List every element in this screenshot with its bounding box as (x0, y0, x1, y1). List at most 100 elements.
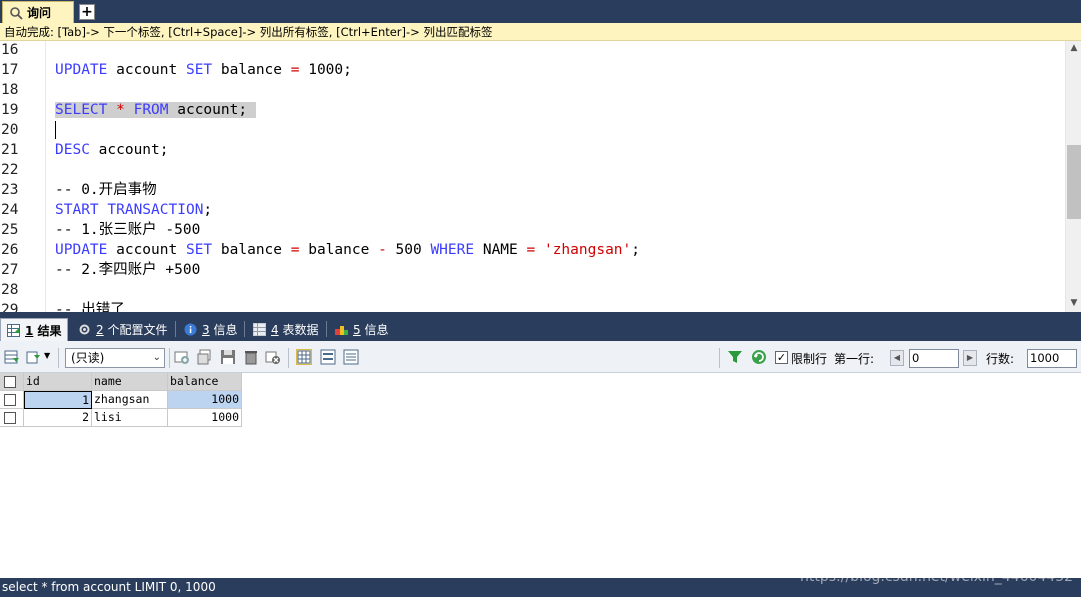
toolbar-divider (719, 348, 720, 368)
row-count-label: 行数: (986, 352, 1015, 366)
results-grid[interactable]: id name balance 1 zhangsan 1000 2 lisi 1… (0, 373, 242, 427)
table-row[interactable]: 1 zhangsan 1000 (0, 391, 242, 409)
line-number: 25 (1, 222, 19, 238)
code-line-21: DESC account; (55, 142, 169, 158)
line-number: 29 (1, 302, 19, 312)
grid-header-row: id name balance (0, 373, 242, 391)
code-line-20 (55, 121, 1055, 141)
cell-id[interactable]: 1 (24, 391, 92, 409)
import-icon[interactable] (26, 349, 42, 365)
tab-divider (326, 321, 327, 337)
limit-rows-label: 限制行 (791, 352, 828, 366)
code-line-19: SELECT * FROM account; (55, 101, 1055, 121)
import-dropdown-icon[interactable]: ▼ (44, 351, 50, 360)
toolbar-divider (288, 348, 289, 368)
line-number: 21 (1, 142, 19, 158)
select-all-cell[interactable] (0, 373, 24, 391)
code-line-29: -- 出错了 (55, 302, 125, 312)
select-all-checkbox[interactable] (4, 376, 16, 388)
tab-results[interactable]: 1 结果 (0, 318, 68, 341)
result-tabs-bar: 1 结果 2 个配置文件 3 信息 4 表数据 5 信息 (0, 312, 1081, 341)
tab-divider (175, 321, 176, 337)
prev-page-icon[interactable]: ◀ (890, 350, 904, 366)
line-number: 23 (1, 182, 19, 198)
line-number: 18 (1, 82, 19, 98)
text-view-icon[interactable] (343, 349, 359, 365)
info-blocks-icon (335, 323, 348, 336)
scroll-up-icon[interactable]: ▲ (1069, 43, 1079, 53)
line-number: 17 (1, 62, 19, 78)
results-toolbar: ▼ (只读) ⌄ ✓ 限制行 第一行: ◀ 0 ▶ 行数: 1000 (0, 341, 1081, 373)
code-line-17: UPDATE account SET balance = 1000; (55, 62, 352, 78)
tab-table-data[interactable]: 4 表数据 (247, 318, 318, 341)
cell-name[interactable]: lisi (92, 409, 168, 427)
code-line-24: START TRANSACTION; (55, 202, 213, 218)
query-tab-label: 询问 (27, 6, 52, 20)
column-header-balance[interactable]: balance (168, 373, 242, 391)
scroll-thumb[interactable] (1067, 145, 1081, 219)
scroll-down-icon[interactable]: ▼ (1069, 298, 1079, 308)
tab-info[interactable]: 5 信息 (329, 318, 388, 341)
delete-icon[interactable] (243, 349, 259, 365)
watermark: https://blog.csdn.net/weixin_44604452 (800, 569, 1074, 585)
line-number: 27 (1, 262, 19, 278)
line-number: 24 (1, 202, 19, 218)
form-view-icon[interactable] (320, 349, 336, 365)
code-line-26: UPDATE account SET balance = balance - 5… (55, 242, 641, 258)
discard-changes-icon[interactable] (265, 349, 281, 365)
line-number: 22 (1, 162, 19, 178)
line-number-gutter: 16 17 18 19 20 21 22 23 24 25 26 27 28 2… (0, 41, 45, 312)
row-checkbox[interactable] (4, 412, 16, 424)
chevron-down-icon: ⌄ (152, 352, 161, 363)
next-page-icon[interactable]: ▶ (963, 350, 977, 366)
toolbar-divider (58, 348, 59, 368)
row-count-input[interactable]: 1000 (1027, 349, 1077, 368)
refresh-icon[interactable] (751, 349, 767, 365)
results-grid-icon (7, 323, 20, 337)
tab-profile[interactable]: 2 个配置文件 (72, 318, 167, 341)
code-line-23: -- 0.开启事物 (55, 182, 157, 198)
query-tab[interactable]: 询问 (2, 1, 74, 23)
duplicate-row-icon[interactable] (197, 349, 213, 365)
gutter-divider (45, 41, 46, 312)
row-select-cell[interactable] (0, 409, 24, 427)
autocomplete-hint: 自动完成: [Tab]-> 下一个标签, [Ctrl+Space]-> 列出所有… (0, 23, 1081, 41)
save-icon[interactable] (220, 349, 236, 365)
tab-messages[interactable]: 3 信息 (178, 318, 237, 341)
code-line-25: -- 1.张三账户 -500 (55, 222, 201, 238)
sql-editor[interactable]: 16 17 18 19 20 21 22 23 24 25 26 27 28 2… (0, 41, 1081, 312)
selected-statement: SELECT * FROM account; (55, 102, 256, 118)
limit-rows-checkbox[interactable]: ✓ (775, 351, 788, 364)
read-only-mode-select[interactable]: (只读) ⌄ (65, 348, 165, 368)
row-select-cell[interactable] (0, 391, 24, 409)
line-number: 28 (1, 282, 19, 298)
column-header-id[interactable]: id (24, 373, 92, 391)
line-number: 26 (1, 242, 19, 258)
export-grid-icon[interactable] (4, 349, 20, 365)
table-icon (253, 323, 266, 336)
code-area[interactable]: UPDATE account SET balance = 1000; SELEC… (55, 41, 1055, 312)
row-checkbox[interactable] (4, 394, 16, 406)
cell-balance[interactable]: 1000 (168, 409, 242, 427)
cell-balance[interactable]: 1000 (168, 391, 242, 409)
add-tab-button[interactable]: + (79, 4, 95, 20)
column-header-name[interactable]: name (92, 373, 168, 391)
cell-id[interactable]: 2 (24, 409, 92, 427)
first-row-input[interactable]: 0 (909, 349, 959, 368)
editor-vertical-scrollbar[interactable]: ▲ ▼ (1065, 41, 1081, 312)
grid-view-icon[interactable] (296, 349, 312, 365)
code-line-27: -- 2.李四账户 +500 (55, 262, 201, 278)
line-number: 19 (1, 102, 19, 118)
cell-name[interactable]: zhangsan (92, 391, 168, 409)
filter-icon[interactable] (727, 349, 743, 365)
text-caret (55, 121, 56, 139)
insert-row-icon[interactable] (174, 349, 190, 365)
profile-gear-icon (78, 323, 91, 336)
tab-divider (244, 321, 245, 337)
line-number: 20 (1, 122, 19, 138)
table-row[interactable]: 2 lisi 1000 (0, 409, 242, 427)
